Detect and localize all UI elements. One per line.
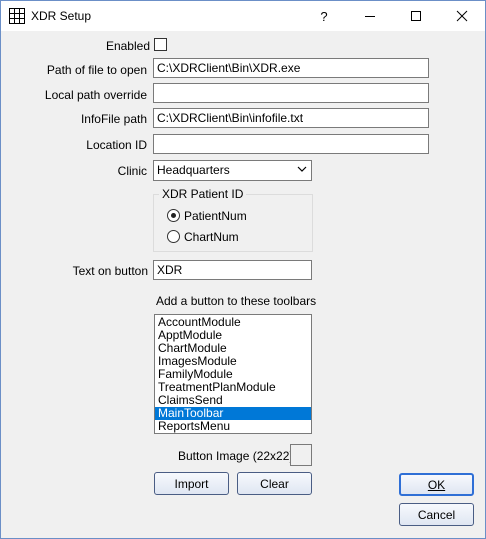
toolbars-label: Add a button to these toolbars [156, 294, 317, 308]
help-button[interactable]: ? [301, 1, 347, 31]
enabled-label: Enabled [105, 39, 150, 53]
enabled-checkbox[interactable] [154, 38, 167, 51]
button-image-preview [290, 444, 312, 466]
clinic-selected-value: Headquarters [157, 163, 230, 177]
infofile-input[interactable]: C:\XDRClient\Bin\infofile.txt [153, 108, 429, 128]
ok-button[interactable]: OK [399, 473, 474, 496]
path-label: Path of file to open [46, 63, 147, 77]
chevron-down-icon [297, 166, 307, 172]
chartnum-label[interactable]: ChartNum [184, 230, 239, 244]
dialog-body: Enabled Path of file to open C:\XDRClien… [1, 32, 485, 538]
local-override-label: Local path override [44, 88, 147, 102]
app-grid-icon [9, 8, 25, 24]
location-label: Location ID [86, 138, 147, 152]
close-button[interactable] [439, 1, 485, 31]
window-title: XDR Setup [31, 9, 92, 23]
maximize-button[interactable] [393, 1, 439, 31]
list-item[interactable]: ReportsMenu [155, 420, 311, 433]
ok-button-label: OK [427, 477, 446, 492]
minimize-icon [365, 16, 375, 17]
cancel-button-label: Cancel [417, 507, 456, 522]
radio-selected-dot [171, 213, 176, 218]
patientnum-label[interactable]: PatientNum [184, 209, 247, 223]
toolbars-listbox[interactable]: AccountModule ApptModule ChartModule Ima… [154, 314, 312, 434]
import-button[interactable]: Import [154, 472, 229, 495]
patientnum-radio[interactable] [167, 209, 180, 222]
chartnum-radio[interactable] [167, 230, 180, 243]
cancel-button[interactable]: Cancel [399, 503, 474, 526]
button-image-label: Button Image (22x22) [178, 449, 294, 463]
clinic-select[interactable]: Headquarters [153, 160, 312, 181]
patient-id-group-title: XDR Patient ID [159, 187, 247, 201]
minimize-button[interactable] [347, 1, 393, 31]
import-button-label: Import [174, 476, 209, 491]
location-input[interactable] [153, 134, 429, 154]
clear-button-label: Clear [260, 476, 289, 491]
xdr-setup-window: XDR Setup ? Enabled Path of file to open… [0, 0, 486, 539]
text-on-button-input[interactable]: XDR [153, 260, 312, 280]
local-override-input[interactable] [153, 83, 429, 103]
maximize-icon [411, 11, 421, 21]
text-on-button-label: Text on button [72, 264, 148, 278]
infofile-label: InfoFile path [80, 112, 147, 126]
close-icon [456, 10, 468, 22]
clear-button[interactable]: Clear [237, 472, 312, 495]
clinic-label: Clinic [117, 164, 147, 178]
help-icon: ? [320, 8, 328, 24]
path-input[interactable]: C:\XDRClient\Bin\XDR.exe [153, 58, 429, 78]
title-bar: XDR Setup ? [1, 1, 485, 31]
